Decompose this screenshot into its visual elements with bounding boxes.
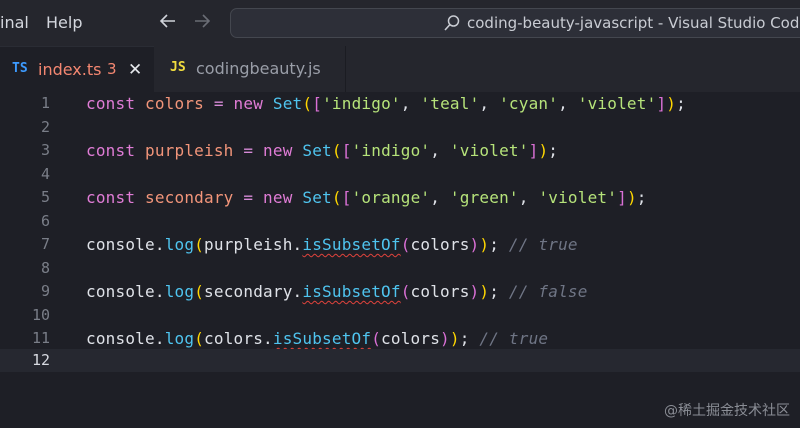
line-number: 4: [40, 164, 50, 183]
code-text: console.log(purpleish.isSubsetOf(colors)…: [86, 235, 578, 254]
command-center[interactable]: coding-beauty-javascript - Visual Studio…: [230, 8, 800, 38]
javascript-file-icon: JS: [170, 60, 186, 75]
code-line: 10: [0, 304, 800, 327]
code-editor[interactable]: 1 const colors = new Set(['indigo', 'tea…: [0, 92, 800, 428]
line-number: 11: [31, 329, 50, 347]
tab-index-ts[interactable]: TS index.ts 3 ✕: [0, 46, 154, 92]
line-number: 3: [40, 141, 50, 159]
code-line: 5 const secondary = new Set(['orange', '…: [0, 186, 800, 209]
arrow-right-icon[interactable]: [192, 11, 212, 35]
tab-label: index.ts: [38, 60, 102, 79]
code-line: 11 console.log(colors.isSubsetOf(colors)…: [0, 327, 800, 350]
line-number: 7: [40, 235, 50, 253]
line-number: 2: [40, 117, 50, 136]
code-line: 6: [0, 210, 800, 233]
menu-terminal[interactable]: inal: [0, 13, 29, 32]
search-icon: [443, 14, 461, 32]
problem-count-badge: 3: [107, 60, 117, 78]
line-number: 6: [40, 211, 50, 230]
line-number: 12: [31, 351, 50, 369]
line-number: 8: [40, 258, 50, 277]
typescript-file-icon: TS: [12, 61, 28, 76]
code-line: 1 const colors = new Set(['indigo', 'tea…: [0, 92, 800, 115]
code-text: const secondary = new Set(['orange', 'gr…: [86, 188, 647, 207]
tab-label: codingbeauty.js: [196, 59, 321, 78]
line-number: 1: [40, 94, 50, 112]
arrow-left-icon[interactable]: [158, 11, 178, 35]
code-line: 7 console.log(purpleish.isSubsetOf(color…: [0, 233, 800, 256]
tab-bar: TS index.ts 3 ✕ JS codingbeauty.js: [0, 46, 800, 92]
line-number: 9: [40, 282, 50, 300]
code-line: 3 const purpleish = new Set(['indigo', '…: [0, 139, 800, 162]
watermark: @稀土掘金技术社区: [664, 403, 790, 419]
code-text: const purpleish = new Set(['indigo', 'vi…: [86, 141, 559, 160]
code-line: 9 console.log(secondary.isSubsetOf(color…: [0, 280, 800, 303]
line-number: 5: [40, 188, 50, 206]
current-line-highlight: 12: [0, 349, 800, 372]
line-number: 10: [31, 305, 50, 324]
menu-help[interactable]: Help: [46, 13, 82, 32]
title-bar: inal Help coding-beauty-javascript - Vis…: [0, 0, 800, 46]
code-text: const colors = new Set(['indigo', 'teal'…: [86, 94, 686, 113]
code-line: 2: [0, 116, 800, 139]
tab-codingbeauty-js[interactable]: JS codingbeauty.js: [154, 46, 346, 92]
code-text: console.log(secondary.isSubsetOf(colors)…: [86, 282, 588, 301]
code-line: 4: [0, 163, 800, 186]
code-line: 8: [0, 257, 800, 280]
code-text: console.log(colors.isSubsetOf(colors)); …: [86, 329, 549, 348]
close-icon[interactable]: ✕: [128, 60, 142, 80]
window-title: coding-beauty-javascript - Visual Studio…: [467, 14, 800, 32]
